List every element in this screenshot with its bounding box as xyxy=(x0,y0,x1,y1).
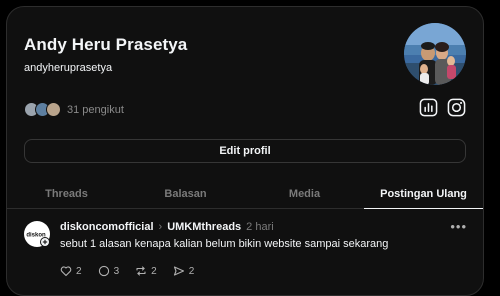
comment-button[interactable]: 3 xyxy=(98,265,120,277)
post-text: sebut 1 alasan kenapa kalian belum bikin… xyxy=(60,238,389,250)
tab-threads[interactable]: Threads xyxy=(7,179,126,208)
post-header: diskoncomofficial › UMKMthreads 2 hari xyxy=(60,221,274,233)
profile-actions xyxy=(419,98,466,117)
post-time: 2 hari xyxy=(246,221,274,233)
edit-profile-button[interactable]: Edit profil xyxy=(24,139,466,163)
followers-count: 31 pengikut xyxy=(67,103,124,116)
profile-card: Andy Heru Prasetya andyheruprasetya 31 p… xyxy=(6,6,484,296)
tab-media[interactable]: Media xyxy=(245,179,364,208)
like-button[interactable]: 2 xyxy=(60,265,82,277)
tab-reposts[interactable]: Postingan Ulang xyxy=(364,179,483,209)
profile-photo-icon[interactable] xyxy=(404,23,466,85)
heart-icon xyxy=(60,266,72,277)
repost-icon xyxy=(136,266,146,276)
post-actions: 2 3 2 2 xyxy=(60,265,194,277)
comment-count: 3 xyxy=(113,265,120,277)
tab-replies[interactable]: Balasan xyxy=(126,179,245,208)
repost-button[interactable]: 2 xyxy=(135,265,157,277)
more-options-icon[interactable]: ••• xyxy=(450,219,467,234)
post-author-avatar[interactable]: diskon xyxy=(24,221,50,247)
share-button[interactable]: 2 xyxy=(173,265,195,277)
profile-tabs: Threads Balasan Media Postingan Ulang xyxy=(7,179,483,209)
follower-avatars xyxy=(24,102,61,117)
profile-display-name: Andy Heru Prasetya xyxy=(24,35,188,54)
followers-row[interactable]: 31 pengikut xyxy=(24,102,124,117)
insights-icon[interactable] xyxy=(419,98,438,117)
profile-handle: andyheruprasetya xyxy=(24,62,113,74)
post-community[interactable]: UMKMthreads xyxy=(167,221,241,233)
share-icon xyxy=(173,266,184,276)
follower-avatar xyxy=(46,102,61,117)
comment-icon xyxy=(98,265,109,277)
repost-count: 2 xyxy=(151,265,157,277)
chevron-right-icon: › xyxy=(158,221,163,233)
post-author[interactable]: diskoncomofficial xyxy=(60,221,154,233)
like-count: 2 xyxy=(76,265,82,277)
share-count: 2 xyxy=(188,265,195,277)
instagram-icon[interactable] xyxy=(447,98,466,117)
